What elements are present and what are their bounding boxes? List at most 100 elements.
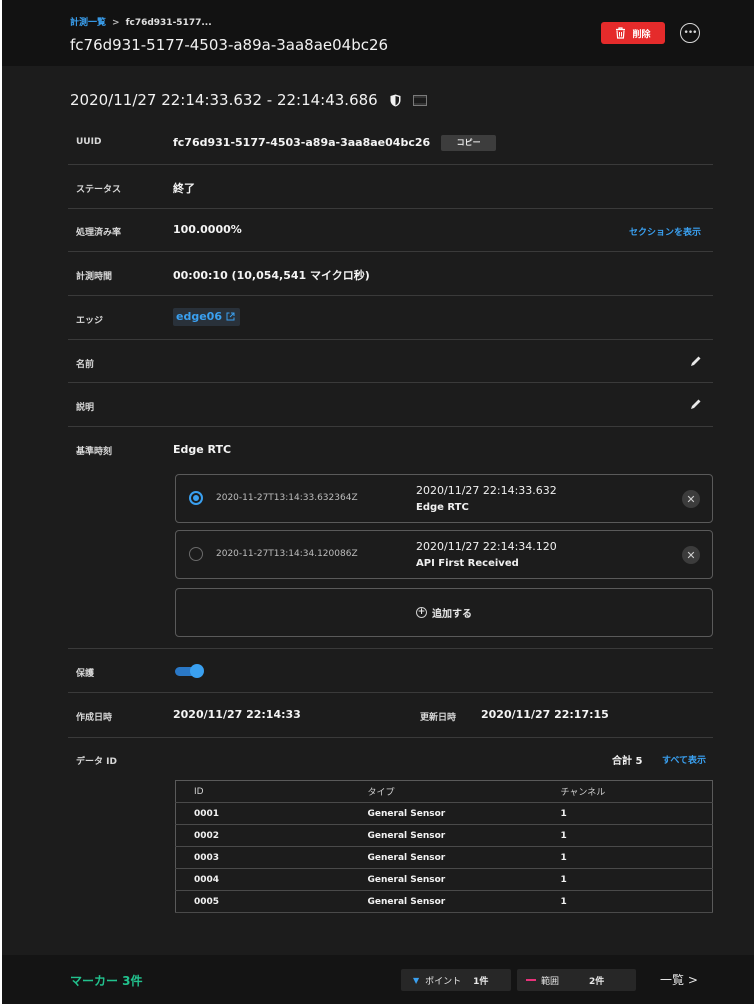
base-time-option[interactable]: 2020-11-27T13:14:34.120086Z 2020/11/27 2…: [175, 530, 713, 579]
more-icon: •••: [683, 27, 698, 38]
name-label: 名前: [76, 360, 95, 370]
breadcrumb-separator: >: [112, 18, 120, 28]
delete-label: 削除: [632, 29, 651, 40]
table-row[interactable]: 0005 General Sensor 1: [175, 890, 713, 913]
base-time-radio-selected[interactable]: [189, 491, 203, 505]
created-label: 作成日時: [76, 713, 113, 723]
add-base-time-button[interactable]: + 追加する: [175, 588, 713, 637]
range-label: 範囲: [541, 976, 560, 987]
page-header: 計測一覧 > fc76d931-5177... fc76d931-5177-4503…: [2, 0, 754, 66]
duration-label: 計測時間: [76, 272, 113, 282]
base-time-source: API First Received: [416, 558, 519, 569]
cell-type: General Sensor: [367, 846, 561, 869]
edit-name-pencil-icon[interactable]: [689, 355, 702, 368]
cell-id: 0003: [175, 846, 368, 869]
breadcrumb-root-link[interactable]: 計測一覧: [70, 18, 106, 28]
description-label: 説明: [76, 403, 95, 413]
updated-label: 更新日時: [420, 713, 457, 723]
edge-link[interactable]: edge06: [173, 308, 240, 326]
column-header-channel: チャンネル: [560, 780, 713, 803]
updated-value: 2020/11/27 22:17:15: [481, 708, 609, 721]
cell-id: 0005: [175, 890, 368, 913]
base-time-date: 2020/11/27 22:14:33.632: [416, 484, 557, 497]
remove-base-time-button[interactable]: ✕: [682, 490, 700, 508]
status-label: ステータス: [76, 185, 122, 195]
cell-type: General Sensor: [367, 824, 561, 847]
table-row[interactable]: 0002 General Sensor 1: [175, 824, 713, 847]
app: 計測一覧 > fc76d931-5177... fc76d931-5177-4503…: [0, 0, 756, 1004]
plus-circle-icon: +: [416, 607, 427, 618]
status-row: ステータス 終了: [68, 165, 713, 209]
column-header-type: タイプ: [367, 780, 561, 803]
breadcrumb: 計測一覧 > fc76d931-5177...: [70, 15, 212, 28]
breadcrumb-current: fc76d931-5177...: [125, 18, 212, 28]
page-title: fc76d931-5177-4503-a89a-3aa8ae04bc26: [70, 36, 389, 54]
timestamps-row: 作成日時 2020/11/27 22:14:33 更新日時 2020/11/27…: [68, 693, 713, 738]
data-id-label: データ ID: [76, 757, 117, 767]
total-count: 5: [635, 756, 643, 767]
toggle-knob: [190, 664, 204, 678]
cell-type: General Sensor: [367, 890, 561, 913]
uuid-label: UUID: [76, 137, 102, 147]
base-time-value: Edge RTC: [173, 443, 232, 456]
show-all-link[interactable]: すべて表示: [662, 753, 706, 766]
base-time-radio[interactable]: [189, 547, 203, 561]
protect-label: 保護: [76, 669, 95, 679]
table-row[interactable]: 0004 General Sensor 1: [175, 868, 713, 891]
point-marker-filter[interactable]: ▼ ポイント 1件: [401, 969, 511, 991]
point-count: 1件: [473, 976, 489, 987]
edge-row: エッジ edge06: [68, 296, 713, 340]
base-time-date: 2020/11/27 22:14:34.120: [416, 540, 557, 553]
trash-icon: [616, 27, 626, 39]
close-icon: ✕: [686, 492, 696, 506]
show-sections-link[interactable]: セクションを表示: [629, 225, 701, 238]
marker-bar: マーカー 3件 ▼ ポイント 1件 範囲 2件 一覧 >: [2, 955, 754, 1004]
total-label: 合計: [612, 756, 632, 767]
point-triangle-icon: ▼: [413, 975, 420, 985]
duration-row: 計測時間 00:00:10 (10,054,541 マイクロ秒): [68, 252, 713, 296]
cell-type: General Sensor: [367, 802, 561, 825]
table-row[interactable]: 0001 General Sensor 1: [175, 802, 713, 825]
time-range-heading: 2020/11/27 22:14:33.632 - 22:14:43.686: [70, 91, 427, 109]
processed-value: 100.0000%: [173, 223, 242, 236]
film-icon[interactable]: [412, 94, 427, 106]
protect-toggle[interactable]: [175, 664, 205, 678]
copy-button[interactable]: コピー: [441, 135, 497, 151]
table-header-row: ID タイプ チャンネル: [175, 780, 713, 803]
base-time-option[interactable]: 2020-11-27T13:14:33.632364Z 2020/11/27 2…: [175, 474, 713, 523]
column-header-id: ID: [175, 780, 368, 803]
more-options-button[interactable]: •••: [680, 23, 700, 43]
name-row: 名前: [68, 340, 713, 383]
edge-value: edge06: [176, 310, 222, 323]
cell-channel: 1: [560, 802, 713, 825]
close-icon: ✕: [686, 548, 696, 562]
add-base-time-label: 追加する: [432, 609, 472, 620]
cell-channel: 1: [560, 890, 713, 913]
cell-id: 0004: [175, 868, 368, 891]
base-time-iso: 2020-11-27T13:14:34.120086Z: [216, 549, 358, 559]
remove-base-time-button[interactable]: ✕: [682, 546, 700, 564]
table-row[interactable]: 0003 General Sensor 1: [175, 846, 713, 869]
range-marker-filter[interactable]: 範囲 2件: [517, 969, 636, 991]
edit-description-pencil-icon[interactable]: [689, 398, 702, 411]
marker-list-link[interactable]: 一覧 >: [660, 971, 698, 988]
processed-row: 処理済み率 100.0000% セクションを表示: [68, 209, 713, 252]
description-row: 説明: [68, 383, 713, 427]
time-range-text: 2020/11/27 22:14:33.632 - 22:14:43.686: [70, 91, 378, 109]
shield-icon: [390, 94, 401, 106]
processed-label: 処理済み率: [76, 228, 122, 238]
base-time-iso: 2020-11-27T13:14:33.632364Z: [216, 493, 358, 503]
duration-value: 00:00:10 (10,054,541 マイクロ秒): [173, 269, 370, 282]
cell-channel: 1: [560, 846, 713, 869]
cell-id: 0001: [175, 802, 368, 825]
uuid-row: UUID fc76d931-5177-4503-a89a-3aa8ae04bc2…: [68, 120, 713, 165]
created-value: 2020/11/27 22:14:33: [173, 708, 301, 721]
delete-button[interactable]: 削除: [601, 22, 665, 44]
external-link-icon: [226, 312, 235, 321]
status-value: 終了: [173, 182, 195, 195]
point-label: ポイント: [425, 976, 462, 987]
edge-value-wrap: edge06: [173, 308, 240, 326]
edge-label: エッジ: [76, 316, 104, 326]
cell-channel: 1: [560, 868, 713, 891]
marker-count: マーカー 3件: [70, 974, 143, 988]
